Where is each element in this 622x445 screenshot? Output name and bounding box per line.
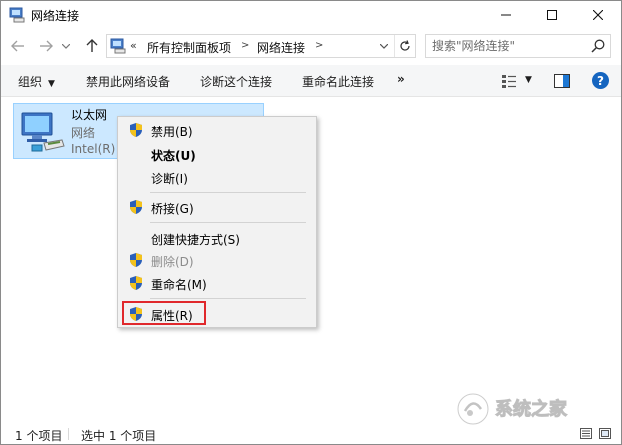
help-icon[interactable]: ? <box>592 72 609 89</box>
breadcrumb-overflow[interactable]: « <box>130 39 137 52</box>
context-menu: 禁用(B) 状态(U) 诊断(I) 桥接(G) 创建快捷方式(S) 删除(D) … <box>117 116 317 328</box>
chevron-down-icon <box>62 43 70 49</box>
adapter-name: 以太网 <box>71 108 108 122</box>
organize-menu[interactable]: 组织 ▼ <box>18 73 55 90</box>
chevron-down-icon <box>380 43 388 49</box>
maximize-button[interactable] <box>529 1 575 29</box>
title-bar: 网络连接 <box>1 1 621 29</box>
maximize-icon <box>547 10 557 20</box>
close-icon <box>593 10 603 20</box>
site-watermark-logo: 系统之家 <box>456 392 568 426</box>
address-history-button[interactable] <box>377 38 391 54</box>
details-view-icon[interactable] <box>580 428 592 439</box>
uac-shield-icon <box>130 276 142 290</box>
explorer-window: 网络连接 « 所有控制面板项 > 网络连接 > 搜索"网络连接" 组织 ▼ 禁用… <box>0 0 622 445</box>
menu-item-status[interactable]: 状态(U) <box>118 143 316 165</box>
menu-label-create-shortcut: 创建快捷方式(S) <box>151 233 240 247</box>
organize-label: 组织 <box>18 75 43 89</box>
menu-item-delete: 删除(D) <box>118 249 316 271</box>
menu-item-create-shortcut[interactable]: 创建快捷方式(S) <box>118 227 316 249</box>
large-icons-view-icon[interactable] <box>599 428 611 439</box>
navigation-row: « 所有控制面板项 > 网络连接 > <box>1 31 621 63</box>
menu-separator <box>150 222 306 223</box>
search-icon[interactable] <box>590 38 606 54</box>
control-panel-icon <box>110 38 126 54</box>
minimize-icon <box>501 14 511 16</box>
forward-arrow-icon <box>40 40 53 52</box>
status-divider <box>68 428 69 440</box>
adapter-device: Intel(R) <box>71 142 116 156</box>
minimize-button[interactable] <box>483 1 529 29</box>
view-options-caret-icon[interactable]: ▼ <box>525 75 532 85</box>
breadcrumb-network-connections[interactable]: 网络连接 <box>257 39 305 56</box>
item-count: 1 个项目 <box>15 429 63 443</box>
breadcrumb-control-panel[interactable]: 所有控制面板项 <box>147 39 231 56</box>
menu-label-status: 状态(U) <box>151 149 196 163</box>
menu-item-disable[interactable]: 禁用(B) <box>118 119 316 141</box>
window-title: 网络连接 <box>31 9 80 23</box>
menu-separator <box>150 192 306 193</box>
menu-label-rename: 重命名(M) <box>151 278 207 292</box>
preview-pane-icon[interactable] <box>554 74 570 88</box>
breadcrumb-separator-icon[interactable]: > <box>241 40 249 51</box>
menu-label-bridge: 桥接(G) <box>151 202 194 216</box>
up-arrow-icon <box>86 39 98 52</box>
address-bar[interactable]: « 所有控制面板项 > 网络连接 > <box>106 34 416 58</box>
back-button[interactable] <box>7 35 29 57</box>
menu-item-rename[interactable]: 重命名(M) <box>118 272 316 294</box>
diagnose-button[interactable]: 诊断这个连接 <box>200 73 272 90</box>
menu-label-delete: 删除(D) <box>151 255 194 269</box>
caret-down-icon: ▼ <box>48 79 55 89</box>
menu-label-disable: 禁用(B) <box>151 125 193 139</box>
refresh-icon <box>399 40 410 51</box>
menu-label-diagnose: 诊断(I) <box>151 172 188 186</box>
ethernet-adapter-icon <box>21 112 65 152</box>
refresh-button[interactable] <box>394 35 414 57</box>
rename-connection-button[interactable]: 重命名此连接 <box>302 73 374 90</box>
more-commands-button[interactable]: » <box>397 72 405 86</box>
uac-shield-icon <box>130 253 142 267</box>
close-button[interactable] <box>575 1 621 29</box>
menu-item-diagnose[interactable]: 诊断(I) <box>118 166 316 188</box>
uac-shield-icon <box>130 200 142 214</box>
network-connections-icon <box>9 7 25 23</box>
command-bar: 组织 ▼ 禁用此网络设备 诊断这个连接 重命名此连接 » ▼ ? <box>1 65 621 97</box>
status-bar: 1 个项目 选中 1 个项目 <box>1 424 621 444</box>
uac-shield-icon <box>130 123 142 137</box>
search-box[interactable] <box>425 34 611 58</box>
selected-count: 选中 1 个项目 <box>81 429 157 443</box>
back-arrow-icon <box>11 40 24 52</box>
recent-locations-button[interactable] <box>59 35 73 57</box>
change-view-icon[interactable] <box>501 73 517 89</box>
menu-item-bridge[interactable]: 桥接(G) <box>118 196 316 218</box>
search-input[interactable] <box>432 38 582 54</box>
forward-button[interactable] <box>35 35 57 57</box>
watermark-text: 系统之家 <box>495 398 568 420</box>
breadcrumb-separator-icon[interactable]: > <box>315 40 323 51</box>
properties-highlight-box <box>122 301 206 325</box>
up-button[interactable] <box>81 35 103 57</box>
disable-device-button[interactable]: 禁用此网络设备 <box>86 73 170 90</box>
menu-separator <box>150 298 306 299</box>
adapter-status: 网络 <box>71 126 96 140</box>
